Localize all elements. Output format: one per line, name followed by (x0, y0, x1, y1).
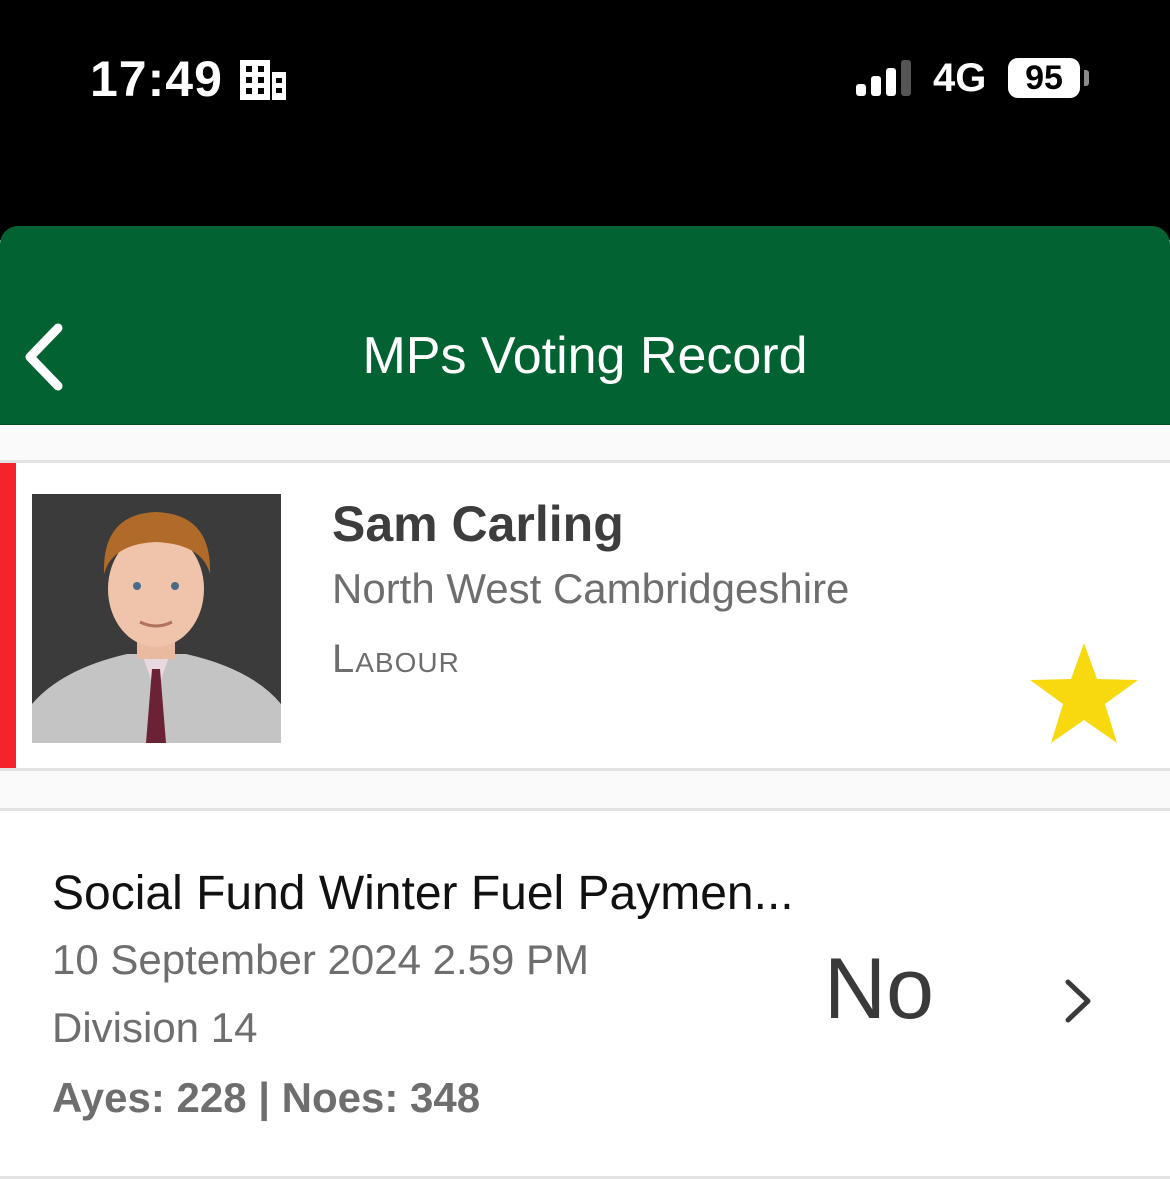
status-time: 17:49 (90, 51, 223, 107)
navigation-bar: MPs Voting Record (0, 226, 1170, 426)
vote-counts: Ayes: 228 | Noes: 348 (52, 1074, 481, 1121)
network-label: 4G (933, 56, 987, 100)
vote-division: Division 14 (52, 1004, 258, 1051)
page-title: MPs Voting Record (362, 327, 808, 385)
chevron-right-icon[interactable] (1060, 976, 1094, 1026)
mp-card[interactable]: Sam Carling North West Cambridgeshire La… (0, 463, 1170, 768)
section-gap (0, 425, 1170, 461)
party-color-stripe (0, 463, 16, 768)
section-gap (0, 771, 1170, 808)
signal-icon (856, 60, 911, 96)
vote-answer: No (824, 941, 934, 1037)
mp-constituency: North West Cambridgeshire (332, 565, 850, 612)
vote-title: Social Fund Winter Fuel Paymen... (52, 867, 794, 920)
star-icon[interactable] (1028, 641, 1140, 745)
status-bar: 17:49 4G 95 (0, 0, 1170, 240)
battery-indicator: 95 (1008, 58, 1080, 98)
vote-date: 10 September 2024 2.59 PM (52, 936, 590, 983)
mp-photo (32, 494, 281, 743)
vote-row[interactable]: Social Fund Winter Fuel Paymen... 10 Sep… (0, 812, 1170, 1176)
mp-name: Sam Carling (332, 496, 624, 552)
divider (0, 808, 1170, 811)
battery-cap (1084, 70, 1089, 86)
mp-party: Labour (332, 637, 460, 681)
building-icon (240, 60, 286, 100)
